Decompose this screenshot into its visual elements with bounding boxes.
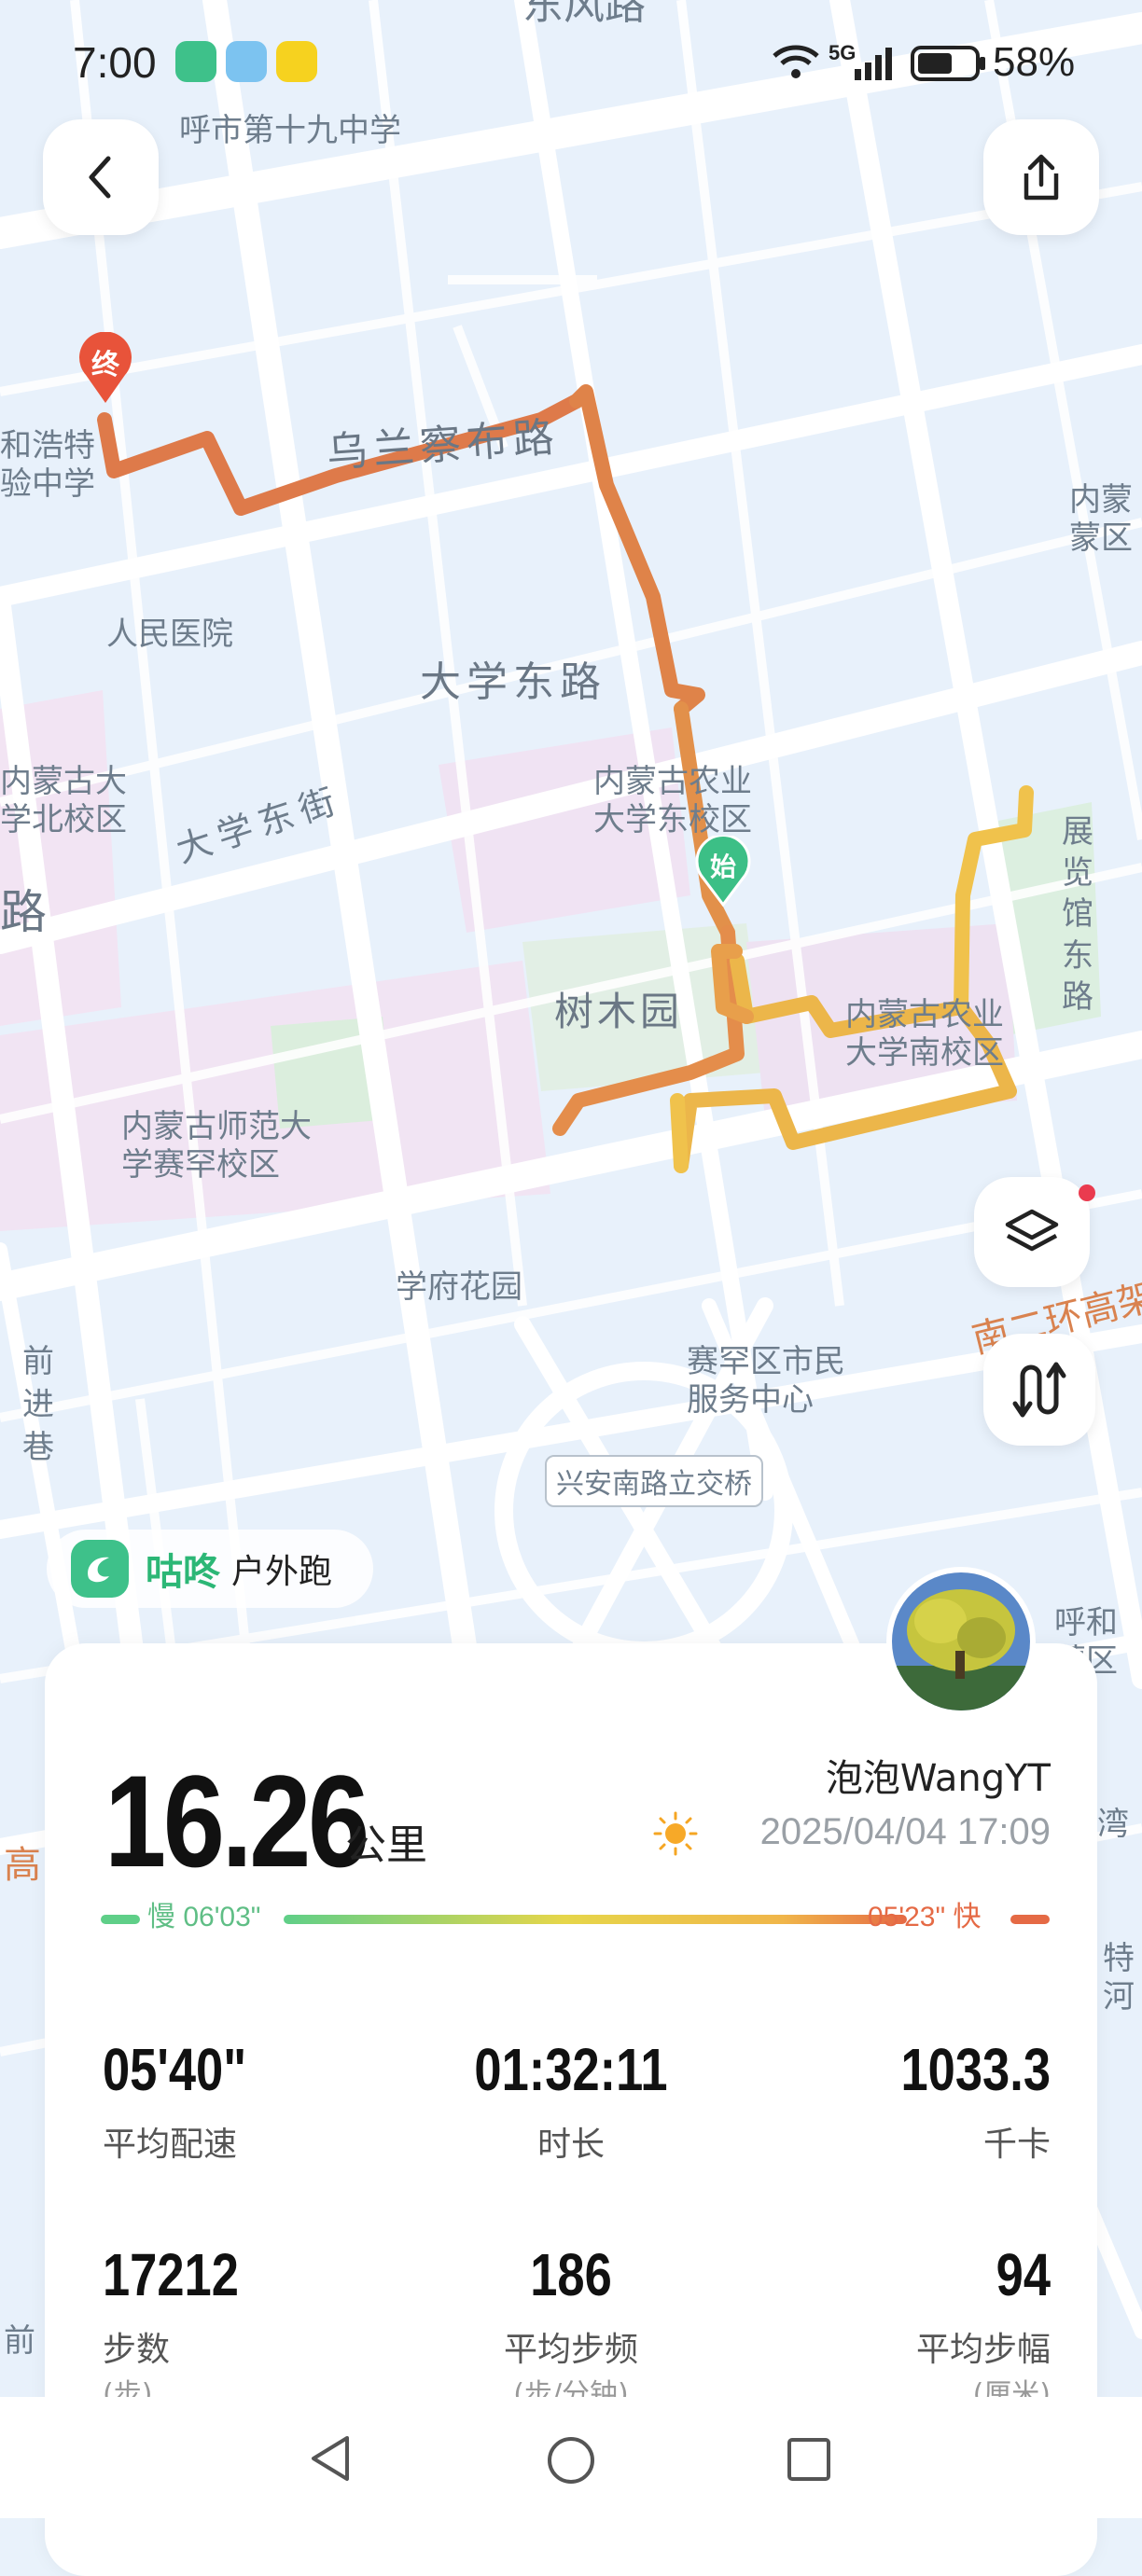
map-label: 内蒙古大 学北校区 [0,763,127,838]
back-nav-icon[interactable] [306,2432,355,2485]
stat-steps: 17212 步数 (步) [103,2240,439,2412]
map-label: 展 览 馆 东 路 [1062,813,1093,1016]
activity-type: 户外跑 [231,1553,333,1591]
meituan-notification-icon [276,41,317,82]
username: 泡泡WangYT [825,1757,1051,1800]
map-label: 内蒙古农业 大学南校区 [845,996,1004,1072]
share-icon [1024,154,1059,201]
stat-label: 平均步幅 [915,2331,1051,2369]
stat-label: 平均步频 [503,2331,638,2369]
share-button[interactable] [983,119,1099,235]
stat-value: 186 [530,2241,612,2308]
network-type: 5G [829,41,856,64]
map-label: 湾 [1097,1806,1129,1843]
avatar[interactable] [886,1567,1036,1716]
sun-icon [653,1811,698,1856]
pace-fast-label: 05'23" 快 [868,1902,982,1932]
map-label: 高 [4,1844,41,1887]
map-label: 内蒙古农业 大学东校区 [593,763,752,838]
back-button[interactable] [43,119,159,235]
app-name: 咕咚 [146,1551,220,1594]
map-label: 学府花园 [396,1268,522,1306]
wifi-icon [773,45,819,78]
map-layers-button[interactable] [974,1177,1090,1287]
layers-icon [1005,1209,1059,1252]
distance-value: 16.26 [104,1748,369,1894]
route-replay-button[interactable] [983,1334,1095,1446]
map-label: 树木园 [554,989,684,1034]
avatar-tree-image [892,1572,1030,1710]
app-badge: 咕咚 户外跑 [47,1530,373,1608]
back-arrow-icon [89,156,111,199]
stat-value: 01:32:11 [474,2036,668,2103]
status-time: 7:00 [73,38,157,87]
stat-duration: 01:32:11 时长 [403,2035,739,2166]
end-marker-label: 终 [91,349,119,381]
stat-label: 千卡 [982,2126,1051,2164]
map-label: 前 [4,2322,35,2360]
stat-value: 94 [996,2241,1051,2308]
map-label: 和浩特 验中学 [0,427,95,503]
weather-notification-icon [226,41,267,82]
stat-cadence: 186 平均步频 (步/分钟) [403,2240,739,2412]
map-label: 路 [0,885,50,939]
battery-icon [911,46,985,81]
map-label: 人民医院 [106,616,233,653]
interchange-tag: 兴安南路立交桥 [545,1455,763,1507]
stat-calories: 1033.3 千卡 [715,2035,1051,2166]
activity-datetime: 2025/04/04 17:09 [759,1811,1051,1852]
home-nav-icon[interactable] [545,2434,597,2486]
map-label: 前 进 巷 [22,1343,54,1466]
distance-unit: 公里 [345,1821,427,1869]
stat-stride: 94 平均步幅 (厘米) [715,2240,1051,2412]
stat-value: 17212 [103,2241,239,2308]
map-label: 内蒙古师范大 学赛罕校区 [121,1108,312,1184]
signal-icon [855,48,892,80]
end-marker[interactable]: 终 [77,332,134,405]
map-label: 内蒙 蒙区 [1069,481,1133,557]
stat-value: 1033.3 [900,2036,1051,2103]
status-bar: 7:00 5G 58% [0,0,1142,131]
map-label: 大学东路 [420,658,606,706]
route-icon [1012,1362,1066,1418]
stat-avg-pace: 05'40" 平均配速 [103,2035,439,2166]
map-label: 赛罕区市民 服务中心 [687,1343,845,1419]
map-label: 特 河 [1103,1940,1135,2015]
app-notification-icon [175,41,216,82]
stat-value: 05'40" [103,2036,247,2103]
recents-nav-icon[interactable] [786,2436,832,2483]
start-marker[interactable]: 始 [694,836,752,907]
codoon-logo-icon [71,1540,129,1598]
system-nav-bar [0,2397,1142,2518]
stat-label: 步数 [103,2331,171,2369]
battery-percent: 58% [993,39,1076,85]
stat-label: 时长 [536,2126,605,2164]
start-marker-label: 始 [709,852,736,882]
stat-label: 平均配速 [103,2126,238,2164]
notification-dot [1079,1184,1095,1201]
pace-slow-label: 慢 06'03" [147,1902,261,1932]
